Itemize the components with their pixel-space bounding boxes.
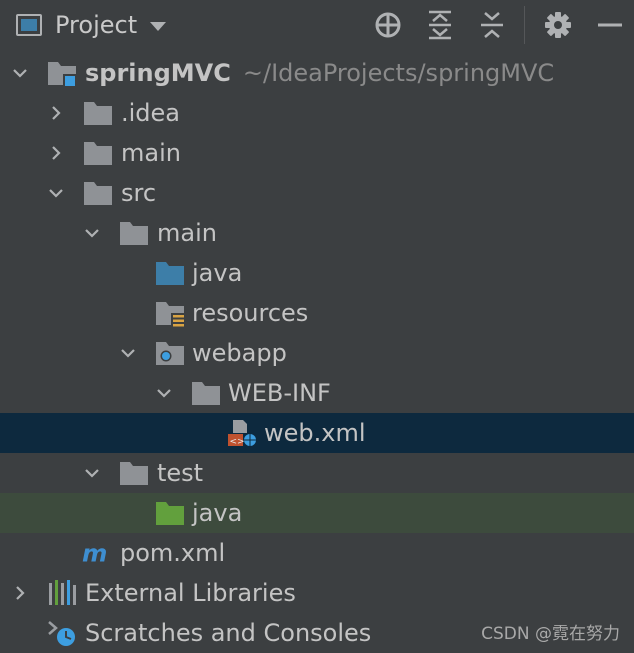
tree-label: web.xml [264, 419, 366, 447]
tree-label: pom.xml [120, 539, 226, 567]
svg-text:<>: <> [230, 437, 245, 447]
web-xml-icon: <> [228, 420, 256, 447]
source-folder-icon [156, 262, 184, 285]
folder-icon [84, 142, 112, 165]
tree-label: src [121, 179, 157, 207]
expand-all-icon[interactable] [423, 8, 457, 42]
tree-label: .idea [121, 99, 181, 127]
locate-icon[interactable] [371, 8, 405, 42]
tree-row-java[interactable]: java [0, 253, 634, 293]
libraries-icon [49, 580, 76, 605]
gear-icon[interactable] [541, 8, 575, 42]
toolbar-separator [524, 6, 525, 44]
folder-icon [84, 182, 112, 205]
folder-icon [120, 222, 148, 245]
tree-label: main [157, 219, 217, 247]
project-title: Project [55, 11, 138, 39]
resources-folder-icon [156, 302, 185, 327]
tree-row-src[interactable]: src [0, 173, 634, 213]
tree-label: webapp [192, 339, 287, 367]
folder-icon [120, 462, 148, 485]
tree-row-test[interactable]: test [0, 453, 634, 493]
tree-row-external-libraries[interactable]: External Libraries [0, 573, 634, 613]
web-folder-icon [156, 342, 184, 365]
chevron-right-icon[interactable] [48, 145, 64, 161]
tree-row-main[interactable]: main [0, 133, 634, 173]
tree-row-webapp[interactable]: webapp [0, 333, 634, 373]
test-folder-icon [156, 502, 184, 525]
tree-label: External Libraries [85, 579, 296, 607]
project-path: ~/IdeaProjects/springMVC [242, 59, 555, 87]
chevron-down-icon[interactable] [156, 385, 172, 401]
tree-label: WEB-INF [228, 379, 331, 407]
project-tool-window-header: Project [0, 0, 634, 50]
svg-text:m: m [82, 539, 107, 567]
tree-label: springMVC ~/IdeaProjects/springMVC [85, 59, 555, 87]
chevron-down-icon[interactable] [84, 465, 100, 481]
project-window-icon [16, 14, 42, 36]
chevron-right-icon[interactable] [12, 585, 28, 601]
collapse-all-icon[interactable] [475, 8, 509, 42]
tree-row-web-inf[interactable]: WEB-INF [0, 373, 634, 413]
tree-label: java [192, 259, 243, 287]
chevron-down-icon[interactable] [84, 225, 100, 241]
tree-row-test-java[interactable]: java [0, 493, 634, 533]
tree-row-src-main[interactable]: main [0, 213, 634, 253]
tree-label: test [157, 459, 204, 487]
tree-label: resources [192, 299, 309, 327]
tree-row-idea[interactable]: .idea [0, 93, 634, 133]
scratches-icon [48, 621, 75, 646]
project-view-selector[interactable]: Project [16, 9, 167, 41]
folder-icon [84, 102, 112, 125]
maven-icon: m [82, 539, 107, 567]
folder-icon [192, 382, 220, 405]
chevron-down-icon[interactable] [48, 185, 64, 201]
minimize-icon[interactable] [593, 8, 627, 42]
tree-row-web-xml[interactable]: <> web.xml [0, 413, 634, 453]
chevron-down-icon[interactable] [12, 65, 28, 81]
tree-row-pom-xml[interactable]: m pom.xml [0, 533, 634, 573]
chevron-down-icon[interactable] [120, 345, 136, 361]
chevron-down-icon [150, 22, 167, 31]
watermark: CSDN @霓在努力 [481, 624, 620, 644]
chevron-right-icon[interactable] [48, 105, 64, 121]
tree-row-resources[interactable]: resources [0, 293, 634, 333]
tree-label: main [121, 139, 181, 167]
tree-label: java [192, 499, 243, 527]
module-folder-icon [48, 62, 76, 87]
tree-label: Scratches and Consoles [85, 619, 372, 647]
tree-row-springmvc[interactable]: springMVC ~/IdeaProjects/springMVC [0, 53, 634, 93]
